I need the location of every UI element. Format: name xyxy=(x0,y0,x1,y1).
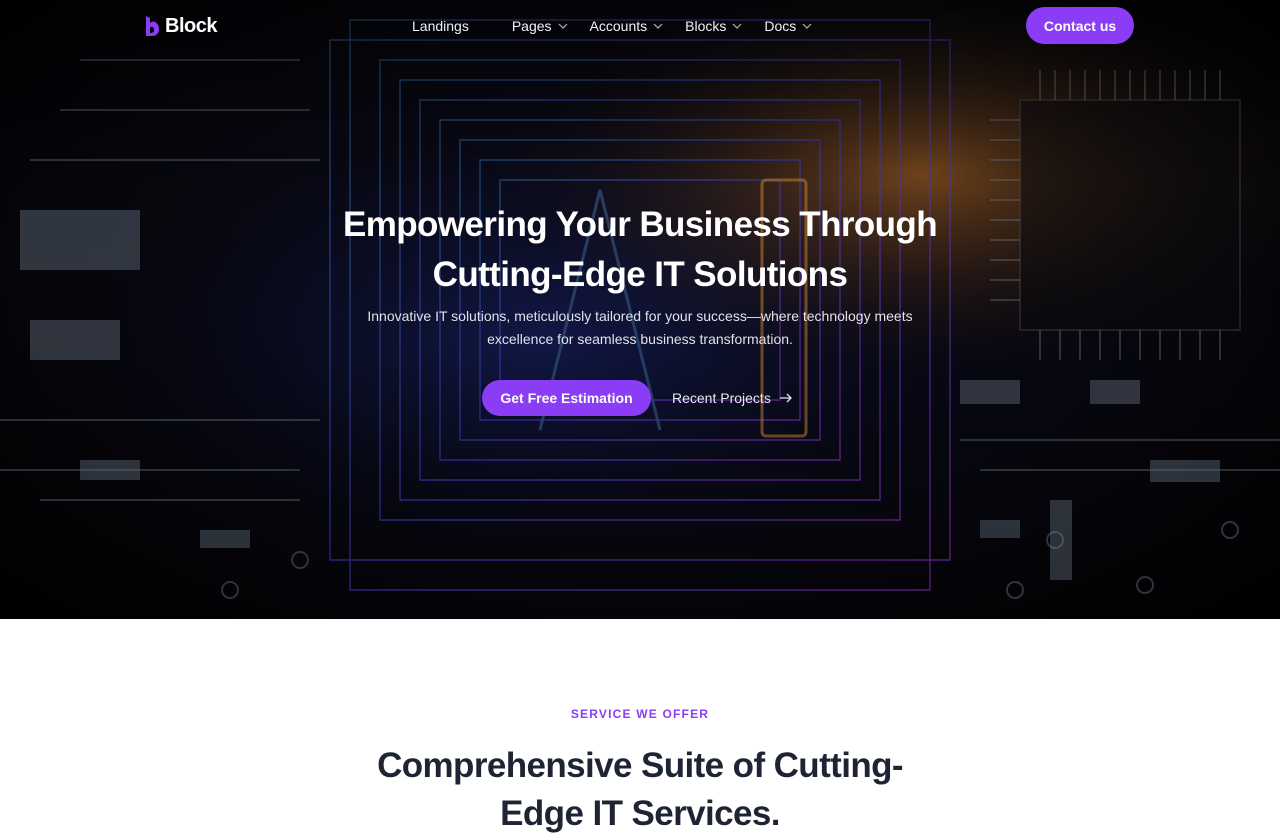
top-navbar: Block Landings Pages Accounts Blocks Doc… xyxy=(0,0,1280,52)
recent-projects-link[interactable]: Recent Projects xyxy=(672,387,793,409)
chevron-down-icon xyxy=(802,23,812,29)
services-title-line1: Comprehensive Suite of Cutting- xyxy=(377,746,903,785)
menu-item-label: Docs xyxy=(764,18,797,34)
chevron-down-icon xyxy=(653,23,663,29)
recent-projects-label: Recent Projects xyxy=(672,390,771,406)
menu-item-pages[interactable]: Pages xyxy=(512,15,568,37)
arrow-right-icon xyxy=(779,393,792,403)
services-eyebrow: SERVICE WE OFFER xyxy=(570,707,710,721)
hero-title-line2: Cutting-Edge IT Solutions xyxy=(432,255,848,294)
block-logo-icon xyxy=(146,16,159,36)
hero-title-line1: Empowering Your Business Through xyxy=(342,205,938,244)
menu-item-docs[interactable]: Docs xyxy=(764,15,812,37)
contact-us-button[interactable]: Contact us xyxy=(1026,7,1134,44)
hero-subtitle: Innovative IT solutions, meticulously ta… xyxy=(340,305,940,351)
services-title: Comprehensive Suite of Cutting- Edge IT … xyxy=(340,742,940,838)
menu-item-label: Landings xyxy=(412,18,469,34)
hero-section: Block Landings Pages Accounts Blocks Doc… xyxy=(0,0,1280,619)
hero-subtitle-line1: Innovative IT solutions, meticulously ta… xyxy=(367,308,913,324)
menu-item-label: Blocks xyxy=(685,18,727,34)
chevron-down-icon xyxy=(558,23,567,29)
menu-item-landings[interactable]: Landings xyxy=(412,15,469,37)
brand-name: Block xyxy=(165,14,217,37)
hero-title: Empowering Your Business Through Cutting… xyxy=(290,200,990,300)
menu-item-label: Accounts xyxy=(589,18,648,34)
menu-item-blocks[interactable]: Blocks xyxy=(685,15,742,37)
menu-item-accounts[interactable]: Accounts xyxy=(590,15,664,37)
menu-item-label: Pages xyxy=(511,18,552,34)
brand-logo[interactable]: Block xyxy=(144,13,217,39)
chevron-down-icon xyxy=(732,23,742,29)
get-free-estimation-button[interactable]: Get Free Estimation xyxy=(482,380,651,416)
hero-subtitle-line2: excellence for seamless business transfo… xyxy=(487,331,793,347)
main-menu: Landings Pages Accounts Blocks Docs xyxy=(412,15,812,37)
services-title-line2: Edge IT Services. xyxy=(500,794,780,833)
